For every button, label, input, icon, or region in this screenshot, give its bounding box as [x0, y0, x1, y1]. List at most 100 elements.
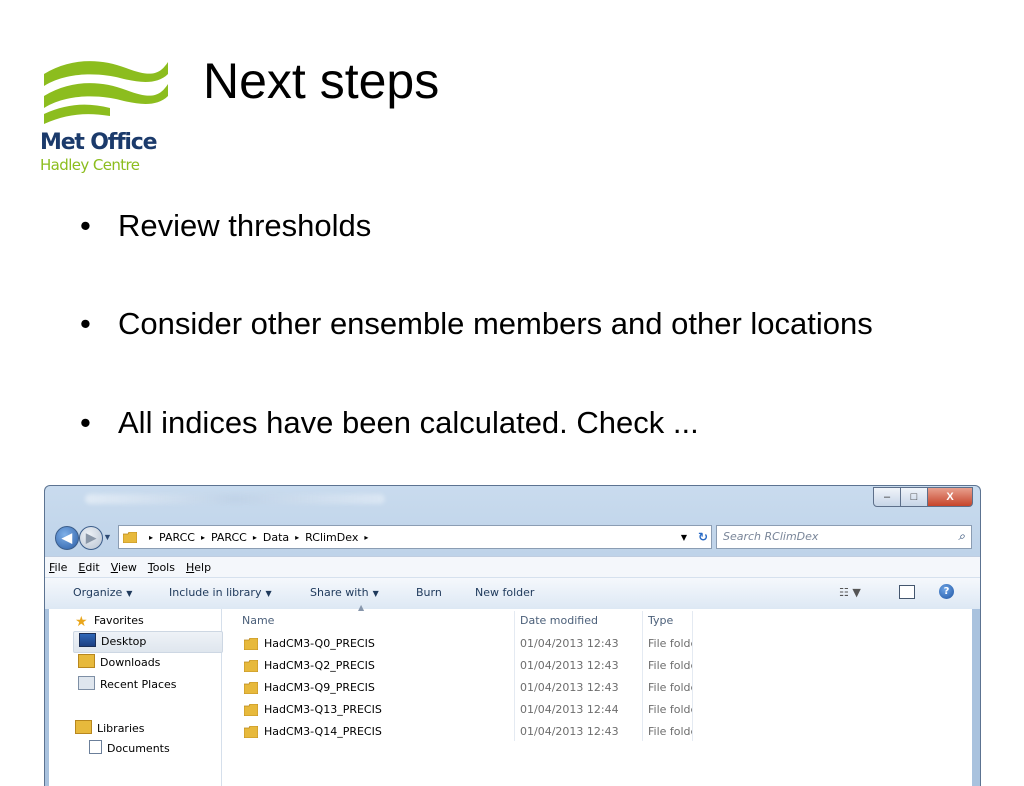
content-area: ★ Favorites Desktop Downloads Recent Plac… [45, 603, 980, 786]
file-list: ▲ Name Date modified Type HadCM3-Q0_PREC… [222, 603, 976, 786]
file-type: File folder [648, 659, 692, 672]
logo-text-line1: Met Office [40, 130, 158, 155]
breadcrumb-separator-icon[interactable]: ▸ [295, 533, 299, 542]
breadcrumb-separator-icon[interactable]: ▸ [364, 533, 368, 542]
search-icon[interactable]: ⌕ [958, 529, 965, 544]
nav-favorites[interactable]: ★ Favorites [75, 611, 144, 631]
file-name: HadCM3-Q13_PRECIS [264, 703, 382, 716]
breadcrumb-data[interactable]: Data [263, 531, 289, 544]
bullet-marker: • [80, 405, 91, 440]
breadcrumb-separator-icon[interactable]: ▸ [201, 533, 205, 542]
bullet-text: All indices have been calculated. Check … [118, 405, 699, 440]
file-date: 01/04/2013 12:44 [520, 703, 619, 716]
maximize-button[interactable]: □ [900, 487, 928, 507]
table-row[interactable]: HadCM3-Q2_PRECIS 01/04/2013 12:43 File f… [222, 655, 722, 677]
slide-title: Next steps [203, 53, 440, 109]
forward-arrow-icon: ▶ [86, 530, 96, 545]
file-type: File folder [648, 681, 692, 694]
folder-icon [244, 638, 258, 650]
menu-tools[interactable]: Tools [148, 561, 179, 574]
nav-downloads[interactable]: Downloads [78, 653, 160, 673]
forward-button[interactable]: ▶ [79, 526, 103, 550]
recent-places-icon [78, 676, 95, 690]
folder-icon [123, 531, 137, 543]
nav-desktop[interactable]: Desktop [73, 631, 223, 653]
table-row[interactable]: HadCM3-Q13_PRECIS 01/04/2013 12:44 File … [222, 699, 722, 721]
menu-edit[interactable]: Edit [78, 561, 103, 574]
organize-button[interactable]: Organize ▼ [73, 586, 132, 599]
breadcrumb-parcc-2[interactable]: PARCC [211, 531, 247, 544]
file-date: 01/04/2013 12:43 [520, 659, 619, 672]
nav-documents[interactable]: Documents [89, 739, 170, 759]
wave-logo-icon [44, 61, 168, 124]
chevron-down-icon: ▼ [265, 589, 272, 598]
menu-view[interactable]: View [111, 561, 141, 574]
burn-button[interactable]: Burn [416, 586, 442, 599]
file-date: 01/04/2013 12:43 [520, 637, 619, 650]
file-type: File folder [648, 725, 692, 738]
table-row[interactable]: HadCM3-Q9_PRECIS 01/04/2013 12:43 File f… [222, 677, 722, 699]
file-name: HadCM3-Q9_PRECIS [264, 681, 375, 694]
file-name: HadCM3-Q0_PRECIS [264, 637, 375, 650]
folder-icon [244, 704, 258, 716]
menu-file[interactable]: File [49, 561, 71, 574]
breadcrumb-rclimdex[interactable]: RClimDex [305, 531, 358, 544]
address-bar[interactable]: ▸ PARCC ▸ PARCC ▸ Data ▸ RClimDex ▸ ▼ ↻ [118, 525, 712, 549]
libraries-icon [75, 720, 92, 734]
menu-help[interactable]: Help [186, 561, 215, 574]
recent-pages-dropdown-icon[interactable]: ▼ [103, 532, 112, 542]
bullet-text: Consider other ensemble members and othe… [118, 306, 873, 341]
back-arrow-icon: ◀ [62, 530, 72, 545]
file-type: File folder [648, 637, 692, 650]
breadcrumb-separator-icon: ▸ [149, 532, 154, 542]
share-with-button[interactable]: Share with ▼ [310, 586, 379, 599]
star-icon: ★ [75, 614, 88, 630]
logo-text-line2: Hadley Centre [40, 156, 140, 174]
close-button[interactable]: X [927, 487, 973, 507]
include-in-library-button[interactable]: Include in library ▼ [169, 586, 272, 599]
folder-icon [244, 726, 258, 738]
folder-icon [244, 682, 258, 694]
menu-bar: File Edit View Tools Help [45, 556, 980, 577]
back-button[interactable]: ◀ [55, 526, 79, 550]
nav-libraries[interactable]: Libraries [75, 719, 145, 739]
chevron-down-icon: ▼ [126, 589, 133, 598]
window-controls: – □ X [873, 487, 973, 507]
bullet-marker: • [80, 208, 91, 243]
documents-icon [89, 740, 102, 754]
file-date: 01/04/2013 12:43 [520, 681, 619, 694]
change-view-icon[interactable]: ☷ ▼ [839, 586, 861, 599]
column-header-date-modified[interactable]: Date modified [520, 609, 598, 633]
refresh-icon[interactable]: ↻ [698, 530, 708, 544]
column-header-name[interactable]: Name [242, 609, 274, 633]
search-box: ⌕ [716, 525, 972, 549]
right-frame-edge [972, 609, 980, 786]
table-row[interactable]: HadCM3-Q14_PRECIS 01/04/2013 12:43 File … [222, 721, 722, 743]
new-folder-button[interactable]: New folder [475, 586, 534, 599]
explorer-window: – □ X ◀ ▶ ▼ ▸ PARCC ▸ PARCC ▸ Data ▸ RCl… [44, 485, 981, 786]
nav-recent-places[interactable]: Recent Places [78, 675, 177, 695]
preview-pane-icon[interactable] [899, 585, 915, 599]
file-type: File folder [648, 703, 692, 716]
sort-ascending-icon: ▲ [358, 603, 365, 612]
desktop-icon [79, 633, 96, 647]
file-name: HadCM3-Q14_PRECIS [264, 725, 382, 738]
chevron-down-icon: ▼ [372, 589, 379, 598]
table-row[interactable]: HadCM3-Q0_PRECIS 01/04/2013 12:43 File f… [222, 633, 722, 655]
command-bar: Organize ▼ Include in library ▼ Share with… [45, 577, 980, 610]
navigation-bar: ◀ ▶ ▼ ▸ PARCC ▸ PARCC ▸ Data ▸ RClimDex … [45, 524, 980, 550]
downloads-folder-icon [78, 654, 95, 668]
minimize-button[interactable]: – [873, 487, 901, 507]
bullet-marker: • [80, 306, 91, 341]
file-name: HadCM3-Q2_PRECIS [264, 659, 375, 672]
address-dropdown-icon[interactable]: ▼ [681, 533, 687, 542]
help-icon[interactable]: ? [939, 584, 954, 599]
met-office-logo: Met Office Hadley Centre [40, 54, 172, 182]
breadcrumb-parcc[interactable]: PARCC [159, 531, 195, 544]
file-date: 01/04/2013 12:43 [520, 725, 619, 738]
search-input[interactable] [717, 526, 933, 546]
bullet-text: Review thresholds [118, 208, 372, 243]
breadcrumb-separator-icon[interactable]: ▸ [253, 533, 257, 542]
column-header-type[interactable]: Type [648, 609, 673, 633]
title-bar [85, 494, 385, 504]
